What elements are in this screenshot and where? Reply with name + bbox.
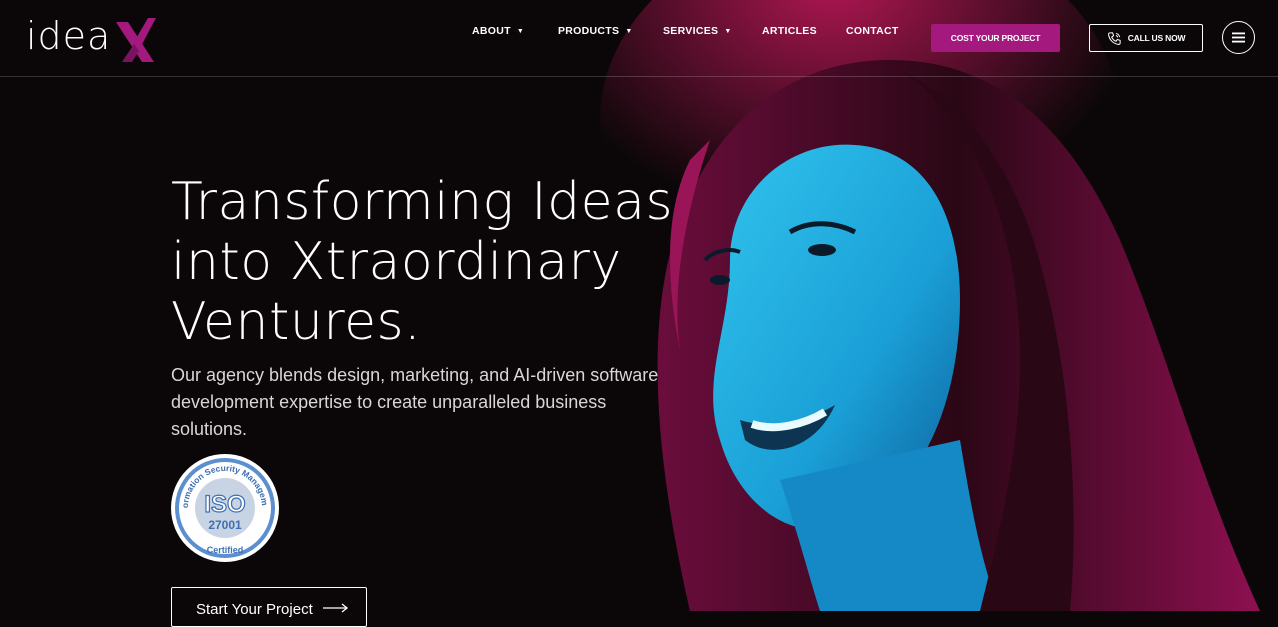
iso-27001-badge: Information Security Management ISO 2700…: [167, 445, 280, 568]
nav-item-label: ABOUT: [472, 25, 511, 37]
logo-x-mark: [116, 18, 156, 62]
nav-item-label: SERVICES: [663, 25, 719, 37]
hero-headline: Transforming Ideas into Xtraordinary Ven…: [171, 172, 691, 352]
nav-item-articles[interactable]: ARTICLES: [762, 25, 817, 37]
cost-your-project-button[interactable]: COST YOUR PROJECT: [931, 24, 1060, 52]
nav-item-contact[interactable]: CONTACT: [846, 25, 899, 37]
nav-item-label: PRODUCTS: [558, 25, 620, 37]
nav-item-about[interactable]: ABOUT ▼: [472, 25, 524, 37]
badge-number: 27001: [208, 518, 242, 532]
caret-down-icon: ▼: [625, 27, 633, 35]
phone-icon: [1107, 31, 1122, 46]
hamburger-icon: [1232, 32, 1245, 43]
caret-down-icon: ▼: [724, 27, 732, 35]
hero-portrait-image: [600, 0, 1278, 611]
badge-bottom-text: Certified: [207, 545, 244, 555]
nav-item-products[interactable]: PRODUCTS ▼: [558, 25, 633, 37]
brand-logo[interactable]: idea: [26, 12, 166, 64]
arrow-right-icon: [322, 603, 348, 613]
start-your-project-button[interactable]: Start Your Project: [171, 587, 367, 627]
headline-line: into Xtraordinary: [171, 232, 622, 292]
headline-line: Ventures.: [171, 292, 422, 352]
headline-line: Transforming Ideas: [171, 172, 674, 232]
badge-iso-text: ISO: [204, 491, 245, 518]
hero-subtext: Our agency blends design, marketing, and…: [171, 365, 659, 439]
nav-item-services[interactable]: SERVICES ▼: [663, 25, 732, 37]
logo-wordmark: idea: [26, 14, 112, 58]
site-header: idea ABOUT ▼ PRODUCTS ▼ SERVICES ▼ ARTIC…: [0, 0, 1278, 77]
cta-label: Start Your Project: [196, 601, 313, 618]
call-us-now-button[interactable]: CALL US NOW: [1089, 24, 1203, 52]
caret-down-icon: ▼: [516, 27, 525, 35]
call-button-label: CALL US NOW: [1127, 33, 1186, 43]
nav-item-label: CONTACT: [846, 25, 899, 37]
hamburger-menu-button[interactable]: [1222, 21, 1255, 54]
nav-item-label: ARTICLES: [762, 25, 817, 37]
